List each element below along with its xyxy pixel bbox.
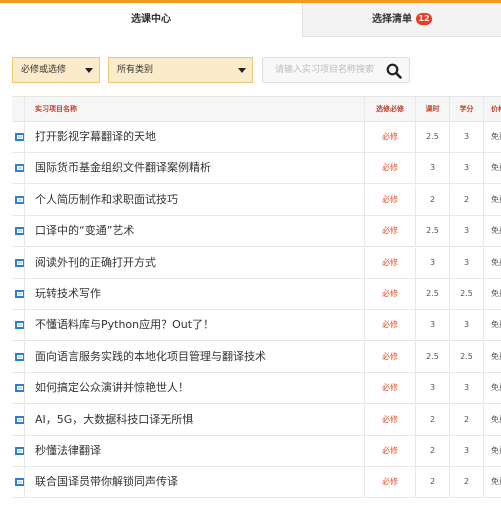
tab-selection-list-label: 选择清单: [372, 14, 412, 25]
required-type: 必修: [364, 184, 415, 215]
tab-selection-list[interactable]: 选择清单 12: [302, 3, 501, 37]
course-name[interactable]: AI，5G，大数据科技口译无所惧: [24, 404, 364, 435]
course-name[interactable]: 口译中的“变通”艺术: [24, 216, 364, 247]
header-credit: 学分: [449, 97, 483, 121]
course-name[interactable]: 阅读外刊的正确打开方式: [24, 247, 364, 278]
course-price: 免费: [483, 279, 501, 309]
table-row[interactable]: 联合国译员带你解锁同声传译必修22免费: [12, 467, 501, 499]
required-type: 必修: [364, 279, 415, 309]
course-hours: 3: [415, 153, 449, 184]
course-credit: 3: [449, 247, 483, 278]
search-box: [262, 57, 410, 83]
category-select-value: 所有类别: [117, 65, 154, 75]
course-name[interactable]: 如何搞定公众演讲并惊艳世人！: [24, 373, 364, 404]
course-name[interactable]: 不懂语料库与Python应用？Out了！: [24, 310, 364, 341]
search-icon[interactable]: [385, 62, 403, 80]
course-price: 免费: [483, 373, 501, 404]
course-credit: 3: [449, 310, 483, 341]
course-hours: 3: [415, 310, 449, 341]
table-row[interactable]: 打开影视字幕翻译的天地必修2.53免费: [12, 122, 501, 153]
course-name[interactable]: 玩转技术写作: [24, 279, 364, 309]
header-required: 选修必修: [364, 97, 415, 121]
course-price: 免费: [483, 184, 501, 215]
course-hours: 2.5: [415, 279, 449, 309]
course-hours: 2.5: [415, 216, 449, 247]
table-row[interactable]: 面向语言服务实践的本地化项目管理与翻译技术必修2.52.5免费: [12, 341, 501, 373]
course-hours: 2.5: [415, 122, 449, 152]
course-price: 免费: [483, 404, 501, 435]
course-hours: 2: [415, 404, 449, 435]
course-credit: 2: [449, 467, 483, 498]
course-credit: 3: [449, 436, 483, 466]
course-hours: 2.5: [415, 341, 449, 372]
course-price: 免费: [483, 216, 501, 247]
tab-course-center-label: 选课中心: [131, 14, 171, 25]
table-row[interactable]: 口译中的“变通”艺术必修2.53免费: [12, 216, 501, 248]
course-hours: 3: [415, 373, 449, 404]
course-price: 免费: [483, 310, 501, 341]
course-hours: 2: [415, 467, 449, 498]
table-row[interactable]: 玩转技术写作必修2.52.5免费: [12, 279, 501, 310]
course-credit: 3: [449, 122, 483, 152]
required-elective-select-value: 必修或选修: [21, 65, 67, 75]
course-credit: 2.5: [449, 279, 483, 309]
course-name[interactable]: 联合国译员带你解锁同声传译: [24, 467, 364, 498]
course-credit: 3: [449, 153, 483, 184]
header-hours: 课时: [415, 97, 449, 121]
course-price: 免费: [483, 341, 501, 372]
header-course-name: 实习项目名称: [24, 97, 364, 121]
course-name[interactable]: 秒懂法律翻译: [24, 436, 364, 466]
course-price: 免费: [483, 436, 501, 466]
course-hours: 3: [415, 247, 449, 278]
header-price: 价格: [483, 97, 501, 121]
course-price: 免费: [483, 247, 501, 278]
course-hours: 2: [415, 436, 449, 466]
course-name[interactable]: 个人简历制作和求职面试技巧: [24, 184, 364, 215]
selection-count-badge: 12: [416, 13, 432, 25]
chevron-down-icon: [238, 68, 246, 73]
table-row[interactable]: 国际货币基金组织文件翻译案例精析必修33免费: [12, 153, 501, 185]
course-credit: 2.5: [449, 341, 483, 372]
course-price: 免费: [483, 153, 501, 184]
course-name[interactable]: 国际货币基金组织文件翻译案例精析: [24, 153, 364, 184]
tab-bar: 选课中心 选择清单 12: [0, 3, 501, 37]
required-type: 必修: [364, 436, 415, 466]
course-credit: 2: [449, 404, 483, 435]
course-price: 免费: [483, 467, 501, 498]
course-name[interactable]: 打开影视字幕翻译的天地: [24, 122, 364, 152]
course-credit: 2: [449, 184, 483, 215]
table-row[interactable]: 秒懂法律翻译必修23免费: [12, 436, 501, 467]
category-select[interactable]: 所有类别: [108, 57, 253, 83]
required-type: 必修: [364, 341, 415, 372]
course-hours: 2: [415, 184, 449, 215]
table-row[interactable]: 阅读外刊的正确打开方式必修33免费: [12, 247, 501, 279]
required-type: 必修: [364, 467, 415, 498]
required-type: 必修: [364, 404, 415, 435]
course-credit: 3: [449, 216, 483, 247]
tab-course-center[interactable]: 选课中心: [0, 3, 302, 37]
chevron-down-icon: [85, 68, 93, 73]
required-elective-select[interactable]: 必修或选修: [12, 57, 100, 83]
course-credit: 3: [449, 373, 483, 404]
table-header-row: 实习项目名称 选修必修 课时 学分 价格: [12, 96, 501, 122]
required-type: 必修: [364, 122, 415, 152]
table-row[interactable]: AI，5G，大数据科技口译无所惧必修22免费: [12, 404, 501, 436]
course-price: 免费: [483, 122, 501, 152]
required-type: 必修: [364, 153, 415, 184]
table-row[interactable]: 不懂语料库与Python应用？Out了！必修33免费: [12, 310, 501, 342]
required-type: 必修: [364, 373, 415, 404]
search-input[interactable]: [263, 58, 381, 82]
table-row[interactable]: 个人简历制作和求职面试技巧必修22免费: [12, 184, 501, 216]
required-type: 必修: [364, 310, 415, 341]
course-name[interactable]: 面向语言服务实践的本地化项目管理与翻译技术: [24, 341, 364, 372]
required-type: 必修: [364, 216, 415, 247]
required-type: 必修: [364, 247, 415, 278]
table-row[interactable]: 如何搞定公众演讲并惊艳世人！必修33免费: [12, 373, 501, 405]
